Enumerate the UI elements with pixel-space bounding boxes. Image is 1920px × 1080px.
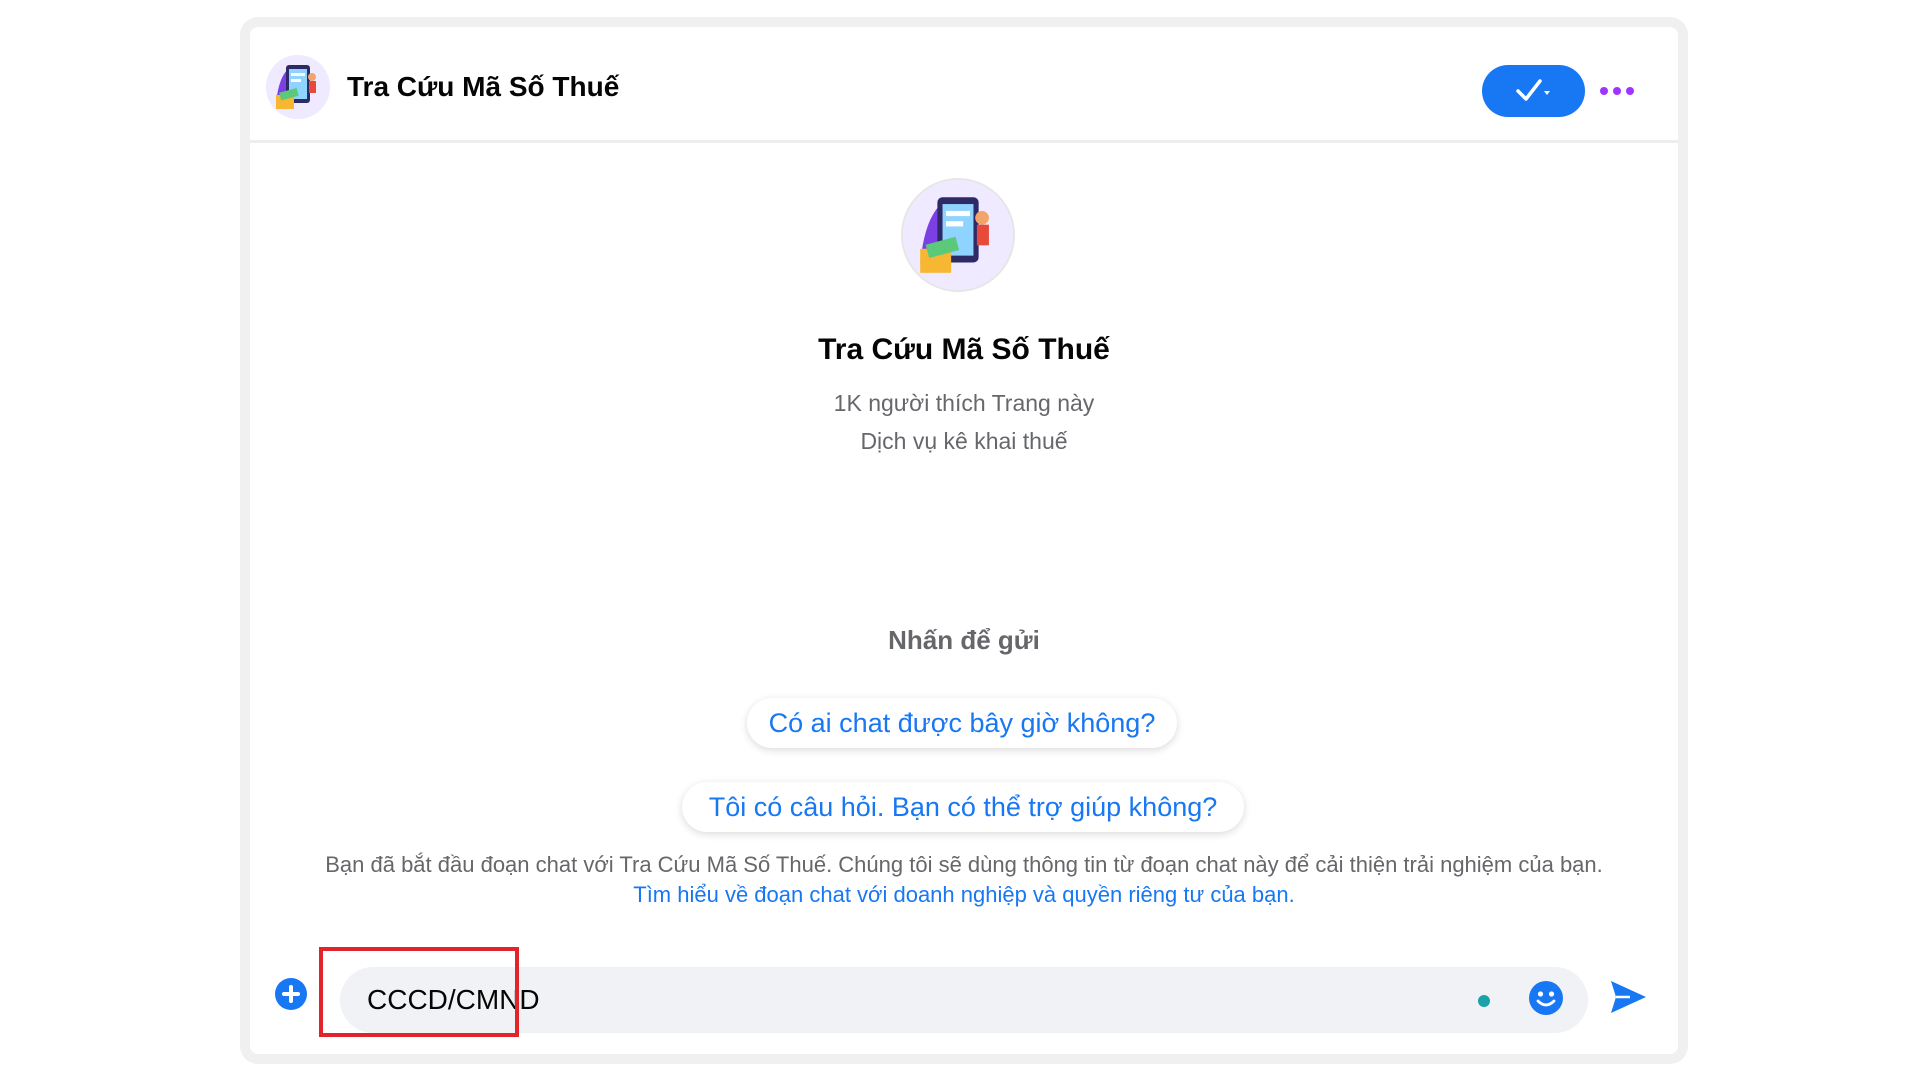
profile-name[interactable]: Tra Cứu Mã Số Thuế [250, 333, 1678, 367]
smiley-icon [1529, 981, 1563, 1015]
check-menu-button[interactable] [1482, 65, 1585, 117]
check-dropdown-icon [1515, 79, 1550, 101]
disclaimer-text: Bạn đã bắt đầu đoạn chat với Tra Cứu Mã … [325, 852, 1603, 877]
messenger-chat-window: Tra Cứu Mã Số Thuế Tra Cứu Mã Số Thuế 1K… [250, 27, 1678, 1054]
quick-reply-chip[interactable]: Tôi có câu hỏi. Bạn có thể trợ giúp khôn… [682, 782, 1244, 832]
profile-avatar[interactable] [903, 180, 1013, 290]
privacy-disclaimer: Bạn đã bắt đầu đoạn chat với Tra Cứu Mã … [250, 850, 1678, 910]
status-dot [1478, 995, 1490, 1007]
add-attachment-button[interactable] [274, 977, 308, 1011]
page-avatar-image [266, 55, 330, 119]
profile-category: Dịch vụ kê khai thuế [860, 428, 1068, 454]
quick-reply-chip[interactable]: Có ai chat được bây giờ không? [747, 698, 1177, 748]
emoji-button[interactable] [1528, 980, 1564, 1016]
send-button[interactable] [1608, 978, 1648, 1016]
page-avatar[interactable] [266, 55, 330, 119]
message-composer [340, 967, 1588, 1033]
send-arrow-icon [1611, 981, 1646, 1013]
profile-likes: 1K người thích Trang này [833, 390, 1095, 416]
chat-header: Tra Cứu Mã Số Thuế [250, 27, 1678, 143]
quick-replies-label: Nhấn để gửi [888, 625, 1040, 655]
profile-avatar-image [903, 180, 1013, 290]
message-input[interactable] [340, 967, 1490, 1033]
privacy-link[interactable]: Tìm hiểu về đoạn chat với doanh nghiệp v… [250, 880, 1678, 910]
more-dots-icon [1600, 87, 1634, 95]
header-title[interactable]: Tra Cứu Mã Số Thuế [347, 71, 619, 103]
plus-circle-icon [275, 978, 307, 1010]
more-options-button[interactable] [1595, 71, 1639, 111]
